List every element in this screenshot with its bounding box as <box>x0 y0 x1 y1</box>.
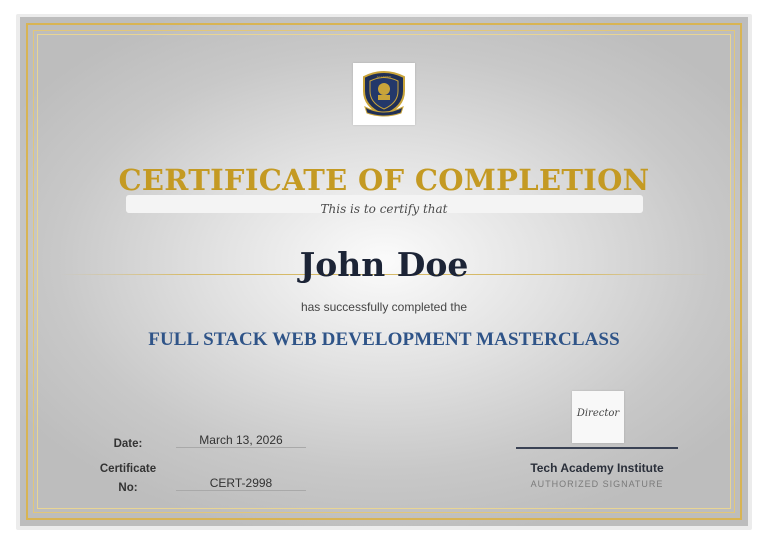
completed-text: has successfully completed the <box>300 300 468 314</box>
date-value: March 13, 2026 <box>199 433 283 447</box>
certificate: ACADEMY CERTIFICATE OF COMPLETION This i… <box>20 17 748 526</box>
certificate-number-label-line1: Certificate <box>99 463 157 475</box>
signature-image: Director <box>572 391 624 443</box>
academy-logo: ACADEMY <box>353 63 415 125</box>
signature-line <box>516 447 678 449</box>
academy-crest-icon: ACADEMY <box>363 71 405 117</box>
date-underline <box>176 447 306 448</box>
course-name: FULL STACK WEB DEVELOPMENT MASTERCLASS <box>148 329 620 350</box>
certificate-number-underline <box>176 490 306 491</box>
authorized-signature-caption: AUTHORIZED SIGNATURE <box>530 479 664 489</box>
issuer-name: Tech Academy Institute <box>530 461 664 475</box>
date-label: Date: <box>113 438 143 450</box>
certificate-number-value: CERT-2998 <box>209 476 273 490</box>
certificate-title: CERTIFICATE OF COMPLETION <box>118 163 650 197</box>
svg-text:ACADEMY: ACADEMY <box>377 75 392 79</box>
certify-text: This is to certify that <box>320 202 448 216</box>
recipient-name: John Doe <box>299 245 469 284</box>
signature-script: Director <box>576 408 620 419</box>
certificate-number-label-line2: No: <box>118 482 138 494</box>
